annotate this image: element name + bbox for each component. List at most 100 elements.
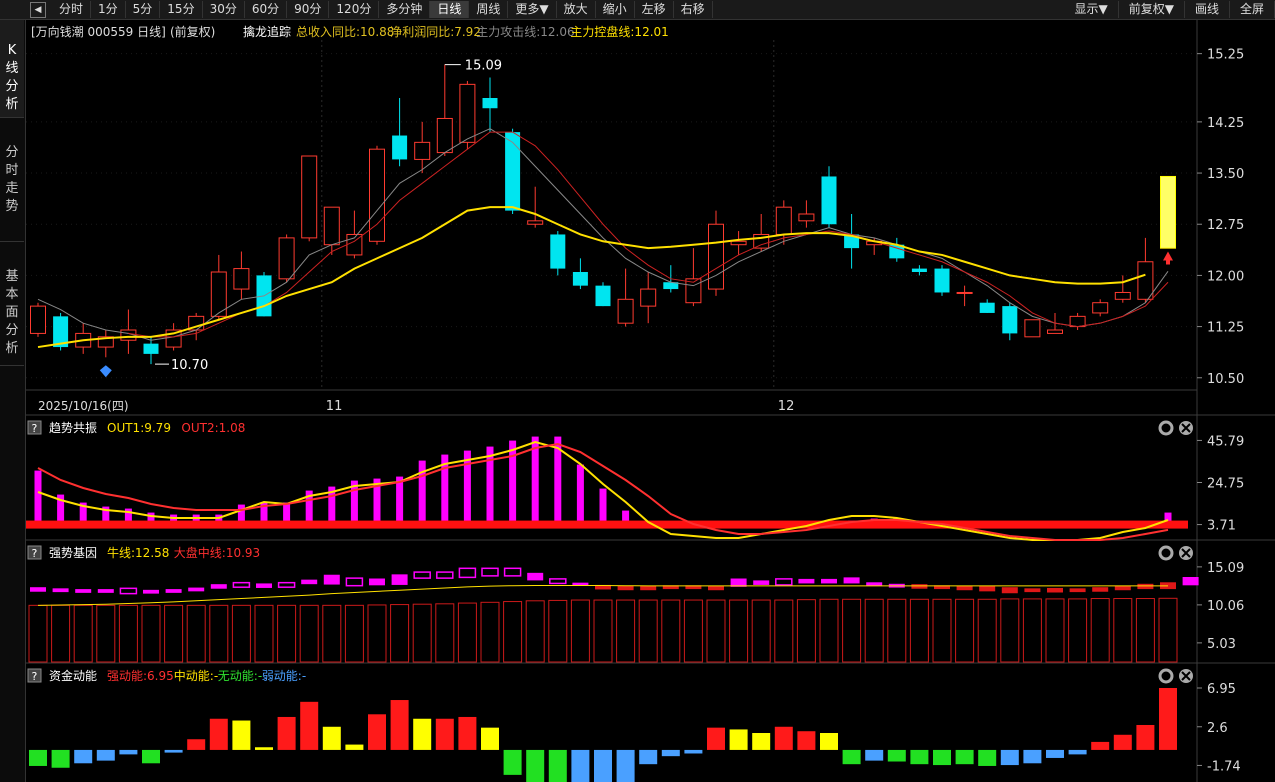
main-legend-item: 总收入同比:10.88 — [296, 25, 394, 39]
candle-body — [640, 288, 657, 307]
period-button-5[interactable]: 60分 — [245, 1, 288, 18]
candle-body — [392, 135, 408, 160]
gene-column — [796, 599, 816, 663]
gene-column — [1022, 598, 1042, 663]
svg-text:?: ? — [32, 670, 38, 683]
price-tick: 12.75 — [1207, 218, 1244, 233]
momentum-bar — [277, 716, 296, 750]
candle-body — [979, 302, 995, 313]
gene-box — [97, 589, 114, 593]
gene-column — [141, 604, 161, 663]
gene-box — [843, 577, 860, 584]
collapse-left-icon[interactable]: ◀ — [30, 1, 46, 18]
price-tick: 11.25 — [1207, 321, 1244, 336]
strength-gene-pane: ? 强势基因 牛线:12.58 大盘中线:10.93 15.09 10.06 5.03 — [27, 545, 1244, 663]
gear-icon[interactable] — [1158, 545, 1174, 561]
toolbar-right-button-3[interactable]: 全屏 — [1230, 1, 1275, 18]
gene-box — [1047, 587, 1063, 593]
gene-column — [548, 599, 568, 663]
momentum-bar — [1159, 688, 1177, 750]
gene-box — [617, 585, 634, 591]
pane-legend-item: 大盘中线:10.93 — [174, 545, 260, 560]
candle-body — [527, 220, 544, 225]
main-legend-item: 净利润同比:7.92 — [390, 25, 481, 39]
period-button-11[interactable]: 更多▼ — [508, 1, 557, 18]
gene-box — [1092, 587, 1109, 592]
momentum-bar — [978, 749, 997, 766]
gene-column — [277, 604, 297, 663]
gene-column — [299, 604, 319, 663]
candle-body — [1002, 306, 1018, 334]
pane-tick: 5.03 — [1207, 637, 1236, 652]
candle-body — [436, 117, 453, 154]
candle-body — [1114, 291, 1131, 300]
period-button-1[interactable]: 1分 — [91, 1, 126, 18]
period-button-6[interactable]: 90分 — [287, 1, 330, 18]
pane-title: 趋势共振 — [49, 421, 97, 435]
pane-legend-item: 无动能:- — [218, 669, 262, 683]
gene-box — [345, 577, 364, 587]
candle-body — [595, 285, 611, 307]
candlestick-plot: 15.09 10.70 — [26, 40, 1196, 388]
gene-column — [1113, 598, 1133, 663]
period-button-13[interactable]: 缩小 — [596, 1, 635, 18]
toolbar-right-button-1[interactable]: 前复权▼ — [1119, 1, 1185, 18]
gene-box — [753, 580, 770, 585]
gear-icon[interactable] — [1158, 420, 1174, 436]
period-button-15[interactable]: 右移 — [674, 1, 713, 18]
trend-resonance-pane: ? 趋势共振 OUT1:9.79 OUT2:1.08 45.79 24.75 3.71 — [26, 420, 1244, 541]
gene-column — [683, 599, 703, 663]
price-tick: 14.25 — [1207, 116, 1244, 131]
period-button-2[interactable]: 5分 — [126, 1, 161, 18]
toolbar-right-button-2[interactable]: 画线 — [1185, 1, 1230, 18]
min-price-label: 10.70 — [171, 358, 208, 373]
period-button-3[interactable]: 15分 — [160, 1, 203, 18]
gene-column — [864, 598, 884, 663]
momentum-bar — [729, 729, 748, 750]
period-button-14[interactable]: 左移 — [635, 1, 674, 18]
gear-icon[interactable] — [1158, 668, 1174, 684]
momentum-bar — [548, 749, 567, 782]
gene-column — [570, 599, 590, 663]
momentum-bar — [187, 739, 206, 750]
period-button-9[interactable]: 日线 — [430, 1, 470, 18]
gene-box — [481, 567, 499, 577]
gene-column — [390, 604, 410, 663]
gene-column — [367, 604, 387, 663]
gene-column — [1068, 598, 1088, 663]
period-button-8[interactable]: 多分钟 — [379, 1, 431, 18]
gene-column — [412, 603, 432, 663]
candle-body — [1137, 261, 1154, 300]
toolbar-right-button-0[interactable]: 显示▼ — [1065, 1, 1119, 18]
momentum-bar — [503, 749, 522, 775]
candle-body — [482, 98, 498, 109]
candle-body — [1092, 302, 1109, 314]
gene-column — [593, 599, 613, 663]
momentum-bar — [209, 718, 228, 750]
gene-box — [30, 587, 46, 592]
momentum-bar — [774, 726, 793, 750]
pane-title: 资金动能 — [49, 668, 97, 683]
indicator-name: 擒龙追踪 — [243, 24, 291, 39]
candle-body — [414, 141, 431, 160]
candle-body — [934, 268, 950, 293]
gene-column — [1158, 597, 1178, 663]
momentum-bar — [345, 744, 364, 750]
period-button-7[interactable]: 120分 — [329, 1, 380, 18]
momentum-bar — [910, 749, 929, 765]
candle-body — [1024, 319, 1041, 338]
gene-column — [729, 599, 749, 663]
momentum-bar — [639, 749, 658, 765]
momentum-bar — [29, 749, 47, 766]
period-button-4[interactable]: 30分 — [203, 1, 245, 18]
fund-momentum-pane: ? 资金动能 强动能:6.95 中动能:- 无动能:- 弱动能:- 6.95 2.6 -1.74 — [27, 668, 1241, 782]
gene-column — [28, 604, 48, 663]
period-button-10[interactable]: 周线 — [469, 1, 509, 18]
period-button-0[interactable]: 分时 — [52, 1, 92, 18]
period-button-12[interactable]: 放大 — [557, 1, 596, 18]
momentum-bar — [684, 749, 703, 754]
gene-box — [413, 571, 431, 579]
momentum-bar — [164, 749, 183, 753]
main-legend: 总收入同比:10.88净利润同比:7.92主力攻击线:12.06主力控盘线:12… — [296, 24, 669, 39]
price-tick: 10.50 — [1207, 372, 1244, 387]
